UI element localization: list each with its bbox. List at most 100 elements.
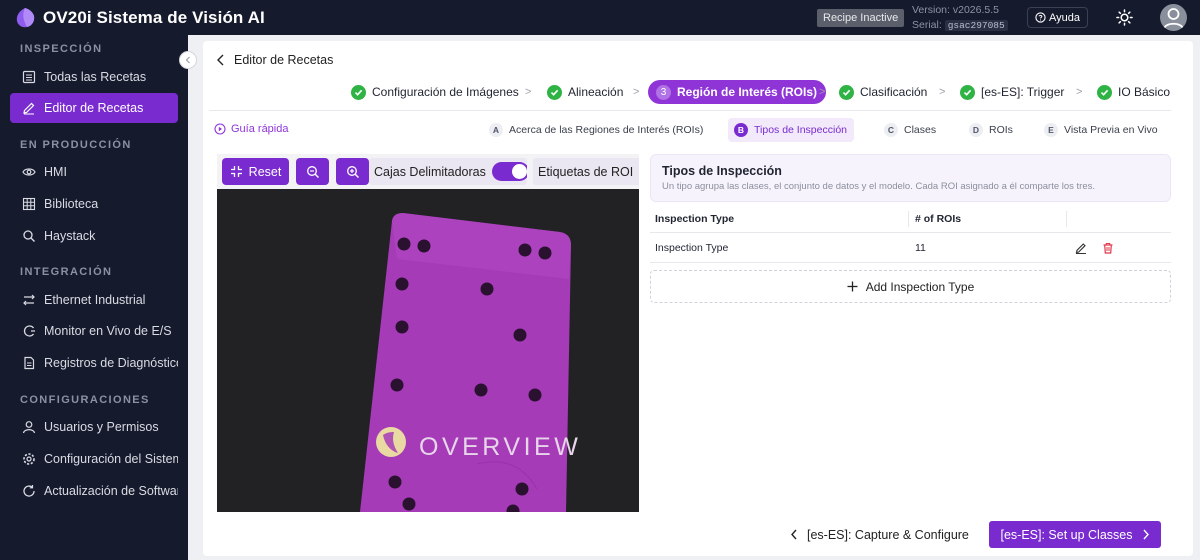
user-avatar[interactable]	[1160, 4, 1187, 31]
quick-guide-label: Guía rápida	[231, 123, 289, 135]
sidebar-item-label: Registros de Diagnóstico	[44, 356, 178, 370]
delete-button[interactable]	[1102, 233, 1114, 262]
sidebar-section-integracion: INTEGRACIÓN	[20, 266, 113, 278]
step-alineacion[interactable]: Alineación	[547, 80, 623, 104]
sidebar-item-ethernet-industrial[interactable]: Ethernet Industrial	[10, 285, 178, 315]
sidebar: INSPECCIÓN Todas las Recetas Editor de R…	[0, 35, 188, 560]
network-icon	[23, 294, 35, 306]
check-icon	[547, 84, 562, 100]
sidebar-item-hmi[interactable]: HMI	[10, 157, 178, 187]
serial-label: Serial:	[912, 19, 942, 31]
stepper-divider	[209, 110, 1171, 111]
panel-subtitle: Un tipo agrupa las clases, el conjunto d…	[662, 181, 1096, 192]
play-circle-icon	[214, 123, 226, 135]
help-label: Ayuda	[1049, 11, 1080, 24]
chevron-left-icon	[185, 56, 190, 64]
inspection-type-name: Inspection Type	[655, 241, 729, 254]
recipe-status-badge: Recipe Inactive	[817, 9, 905, 27]
quick-guide-link[interactable]: Guía rápida	[214, 123, 288, 135]
column-divider	[908, 211, 909, 227]
previous-step-label: [es-ES]: Capture & Configure	[807, 527, 969, 542]
step-label: IO Básico	[1118, 85, 1171, 99]
substep-label: Vista Previa en Vivo	[1064, 124, 1158, 136]
sidebar-item-editor-de-recetas[interactable]: Editor de Recetas	[10, 93, 178, 123]
step-label: Región de Interés (ROIs)	[677, 85, 818, 99]
check-icon	[960, 84, 975, 100]
version-text: Version: v2026.5.5	[912, 4, 999, 16]
table-row[interactable]: Inspection Type 11	[650, 233, 1171, 263]
substep-vista-previa[interactable]: E Vista Previa en Vivo	[1044, 118, 1158, 142]
substep-label: Acerca de las Regiones de Interés (ROIs)	[509, 124, 704, 136]
chevron-right-icon: >	[1076, 86, 1083, 98]
sidebar-item-label: Haystack	[44, 229, 96, 243]
reset-button[interactable]: Reset	[222, 158, 289, 185]
sidebar-item-label: Configuración del Sistema	[44, 452, 178, 466]
sidebar-item-todas-las-recetas[interactable]: Todas las Recetas	[10, 62, 178, 92]
image-viewer[interactable]: OVERVIEW	[217, 189, 639, 512]
bounding-boxes-switch[interactable]	[491, 162, 527, 181]
zoom-out-button[interactable]	[296, 158, 329, 185]
back-to-editor-link[interactable]: Editor de Recetas	[216, 53, 333, 67]
sidebar-item-usuarios-y-permisos[interactable]: Usuarios y Permisos	[10, 412, 178, 442]
sidebar-section-inspeccion: INSPECCIÓN	[20, 43, 103, 55]
previous-step-button[interactable]: [es-ES]: Capture & Configure	[779, 521, 980, 548]
page-title: Editor de Recetas	[234, 53, 334, 67]
sidebar-item-haystack[interactable]: Haystack	[10, 221, 178, 251]
panel-title: Tipos de Inspección	[662, 164, 782, 178]
sidebar-collapse-button[interactable]	[179, 51, 197, 69]
substep-rois[interactable]: D ROIs	[969, 118, 1013, 142]
step-label: Alineación	[568, 85, 624, 99]
check-icon	[351, 84, 366, 100]
next-step-label: [es-ES]: Set up Classes	[1000, 527, 1133, 542]
step-io-basico[interactable]: IO Básico	[1097, 80, 1170, 104]
edit-button[interactable]	[1075, 233, 1087, 262]
search-icon	[23, 230, 35, 242]
sidebar-section-en-produccion: EN PRODUCCIÓN	[20, 139, 132, 151]
step-configuracion-de-imagenes[interactable]: Configuración de Imágenes	[351, 80, 519, 104]
step-region-de-interes[interactable]: 3 Región de Interés (ROIs)	[648, 80, 827, 104]
sidebar-item-configuracion-del-sistema[interactable]: Configuración del Sistema	[10, 444, 178, 474]
bounding-boxes-label: Cajas Delimitadoras	[374, 164, 486, 179]
sidebar-item-registros-de-diagnostico[interactable]: Registros de Diagnóstico	[10, 348, 178, 378]
step-trigger[interactable]: [es-ES]: Trigger	[960, 80, 1064, 104]
sidebar-item-label: Biblioteca	[44, 197, 99, 211]
log-icon	[24, 356, 35, 370]
monitor-icon	[23, 325, 35, 337]
sidebar-item-label: Monitor en Vivo de E/S	[44, 324, 172, 338]
brand-text: OVERVIEW	[419, 433, 581, 461]
chevron-left-icon	[791, 529, 797, 540]
sidebar-item-biblioteca[interactable]: Biblioteca	[10, 189, 178, 219]
sidebar-item-label: Usuarios y Permisos	[44, 420, 159, 434]
plus-icon	[847, 281, 858, 292]
substep-letter: A	[489, 123, 503, 137]
zoom-in-button[interactable]	[336, 158, 369, 185]
gear-icon	[23, 453, 35, 465]
sidebar-item-actualizacion-de-software[interactable]: Actualización de Software	[10, 476, 178, 506]
substep-tipos-de-inspeccion[interactable]: B Tipos de Inspección	[728, 118, 854, 142]
add-inspection-type-label: Add Inspection Type	[865, 279, 975, 294]
help-button[interactable]: Ayuda	[1027, 7, 1088, 28]
sidebar-item-monitor-en-vivo[interactable]: Monitor en Vivo de E/S	[10, 316, 178, 346]
inspection-types-table: Inspection Type # of ROIs Inspection Typ…	[650, 205, 1171, 263]
part-image: OVERVIEW	[217, 189, 639, 512]
chevron-right-icon: >	[939, 86, 946, 98]
bounding-boxes-toggle-group: Cajas Delimitadoras	[369, 158, 527, 185]
substep-letter: D	[969, 123, 983, 137]
substep-clases[interactable]: C Clases	[884, 118, 936, 142]
user-icon	[22, 421, 36, 434]
sidebar-item-label: HMI	[44, 165, 67, 179]
step-clasificacion[interactable]: Clasificación	[839, 80, 927, 104]
edit-icon	[1075, 242, 1086, 254]
chevron-right-icon: >	[525, 86, 532, 98]
serial-text: Serial: gsac297085	[912, 18, 1008, 33]
next-step-button[interactable]: [es-ES]: Set up Classes	[989, 521, 1161, 548]
chevron-right-icon: >	[819, 86, 826, 98]
substep-letter: E	[1044, 123, 1058, 137]
list-icon	[22, 70, 36, 84]
theme-toggle-sun-icon[interactable]	[1116, 9, 1133, 26]
step-number: 3	[656, 84, 671, 100]
column-header-roi-count: # of ROIs	[915, 212, 962, 225]
substep-acerca-de-rois[interactable]: A Acerca de las Regiones de Interés (ROI…	[489, 118, 703, 142]
add-inspection-type-button[interactable]: Add Inspection Type	[650, 270, 1171, 303]
column-header-inspection-type: Inspection Type	[655, 212, 735, 225]
